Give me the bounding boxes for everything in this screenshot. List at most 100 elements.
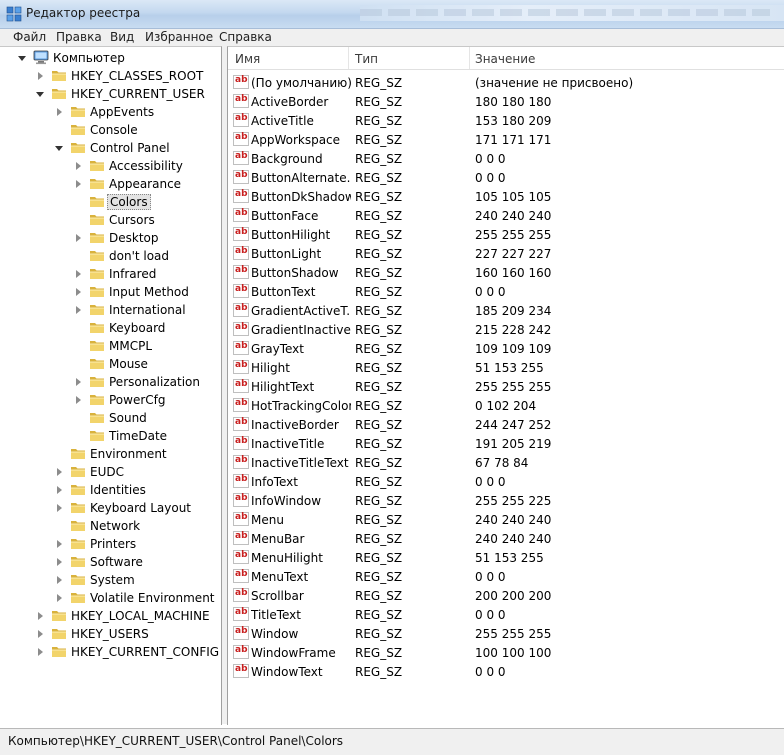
menu-edit[interactable]: Правка <box>56 30 102 44</box>
expand-arrow-icon[interactable] <box>57 558 62 566</box>
column-type-header[interactable]: Тип <box>355 52 378 66</box>
tree-item[interactable]: MMCPL <box>0 337 221 355</box>
value-row[interactable]: ab Window REG_SZ 255 255 255 <box>228 624 784 643</box>
tree-item[interactable]: PowerCfg <box>0 391 221 409</box>
expand-arrow-icon[interactable] <box>57 576 62 584</box>
value-row[interactable]: ab Background REG_SZ 0 0 0 <box>228 149 784 168</box>
column-data-header[interactable]: Значение <box>475 52 535 66</box>
tree-item[interactable]: Control Panel <box>0 139 221 157</box>
expand-arrow-icon[interactable] <box>76 378 81 386</box>
tree-item[interactable]: Volatile Environment <box>0 589 221 607</box>
value-row[interactable]: ab InactiveBorder REG_SZ 244 247 252 <box>228 415 784 434</box>
collapse-arrow-icon[interactable] <box>36 92 44 97</box>
expand-arrow-icon[interactable] <box>38 648 43 656</box>
tree-item[interactable]: Desktop <box>0 229 221 247</box>
tree-item[interactable]: Input Method <box>0 283 221 301</box>
tree-item[interactable]: Infrared <box>0 265 221 283</box>
value-row[interactable]: ab TitleText REG_SZ 0 0 0 <box>228 605 784 624</box>
collapse-arrow-icon[interactable] <box>18 56 26 61</box>
expand-arrow-icon[interactable] <box>57 504 62 512</box>
menu-view[interactable]: Вид <box>110 30 134 44</box>
value-row[interactable]: ab Scrollbar REG_SZ 200 200 200 <box>228 586 784 605</box>
value-row[interactable]: ab HotTrackingColor REG_SZ 0 102 204 <box>228 396 784 415</box>
tree-item[interactable]: EUDC <box>0 463 221 481</box>
tree-item[interactable]: Network <box>0 517 221 535</box>
value-row[interactable]: ab InfoWindow REG_SZ 255 255 225 <box>228 491 784 510</box>
value-row[interactable]: ab ButtonAlternate... REG_SZ 0 0 0 <box>228 168 784 187</box>
column-divider[interactable] <box>348 47 349 69</box>
expand-arrow-icon[interactable] <box>76 270 81 278</box>
value-row[interactable]: ab ActiveBorder REG_SZ 180 180 180 <box>228 92 784 111</box>
value-row[interactable]: abGradientInactive... REG_SZ 215 228 242 <box>228 320 784 339</box>
value-row[interactable]: ab AppWorkspace REG_SZ 171 171 171 <box>228 130 784 149</box>
expand-arrow-icon[interactable] <box>76 162 81 170</box>
expand-arrow-icon[interactable] <box>76 306 81 314</box>
value-row[interactable]: ab MenuBar REG_SZ 240 240 240 <box>228 529 784 548</box>
expand-arrow-icon[interactable] <box>38 612 43 620</box>
value-row[interactable]: ab MenuHilight REG_SZ 51 153 255 <box>228 548 784 567</box>
tree-item[interactable]: Accessibility <box>0 157 221 175</box>
tree-item[interactable]: Компьютер <box>0 49 221 67</box>
value-row[interactable]: ab Menu REG_SZ 240 240 240 <box>228 510 784 529</box>
value-row[interactable]: ab (По умолчанию) REG_SZ (значение не присв… <box>228 73 784 92</box>
tree-item[interactable]: HKEY_CLASSES_ROOT <box>0 67 221 85</box>
value-row[interactable]: ab ButtonDkShadow REG_SZ 105 105 105 <box>228 187 784 206</box>
expand-arrow-icon[interactable] <box>57 540 62 548</box>
tree-item[interactable]: HKEY_CURRENT_CONFIG <box>0 643 221 661</box>
tree-item[interactable]: HKEY_LOCAL_MACHINE <box>0 607 221 625</box>
tree-item[interactable]: Software <box>0 553 221 571</box>
value-row[interactable]: ab InactiveTitle REG_SZ 191 205 219 <box>228 434 784 453</box>
tree-item[interactable]: Sound <box>0 409 221 427</box>
tree-item[interactable]: Printers <box>0 535 221 553</box>
column-divider[interactable] <box>469 47 470 69</box>
column-name-header[interactable]: Имя <box>235 52 260 66</box>
expand-arrow-icon[interactable] <box>38 72 43 80</box>
menu-help[interactable]: Справка <box>219 30 272 44</box>
values-list[interactable]: Имя Тип Значение ab (По умолчанию) REG_SZ(… <box>227 46 784 725</box>
tree-item[interactable]: Identities <box>0 481 221 499</box>
tree-item[interactable]: Console <box>0 121 221 139</box>
tree-item[interactable]: System <box>0 571 221 589</box>
value-row[interactable]: ab HilightText REG_SZ 255 255 255 <box>228 377 784 396</box>
value-row[interactable]: ab GradientActiveT... REG_SZ 185 209 234 <box>228 301 784 320</box>
tree-item[interactable]: don't load <box>0 247 221 265</box>
tree-item[interactable]: HKEY_USERS <box>0 625 221 643</box>
tree-item[interactable]: HKEY_CURRENT_USER <box>0 85 221 103</box>
tree-item[interactable]: Colors <box>0 193 221 211</box>
tree-item[interactable]: Appearance <box>0 175 221 193</box>
value-row[interactable]: ab MenuText REG_SZ 0 0 0 <box>228 567 784 586</box>
value-row[interactable]: ab Hilight REG_SZ 51 153 255 <box>228 358 784 377</box>
title-bar[interactable]: Редактор реестра <box>0 0 784 29</box>
menu-favorites[interactable]: Избранное <box>145 30 213 44</box>
value-row[interactable]: ab ButtonHilight REG_SZ 255 255 255 <box>228 225 784 244</box>
value-row[interactable]: ab ActiveTitle REG_SZ 153 180 209 <box>228 111 784 130</box>
tree-item[interactable]: Keyboard <box>0 319 221 337</box>
expand-arrow-icon[interactable] <box>57 468 62 476</box>
tree-item[interactable]: AppEvents <box>0 103 221 121</box>
expand-arrow-icon[interactable] <box>76 180 81 188</box>
value-row[interactable]: ab ButtonShadow REG_SZ 160 160 160 <box>228 263 784 282</box>
expand-arrow-icon[interactable] <box>57 486 62 494</box>
collapse-arrow-icon[interactable] <box>55 146 63 151</box>
value-row[interactable]: ab ButtonLight REG_SZ 227 227 227 <box>228 244 784 263</box>
expand-arrow-icon[interactable] <box>57 108 62 116</box>
value-row[interactable]: ab GrayText REG_SZ 109 109 109 <box>228 339 784 358</box>
expand-arrow-icon[interactable] <box>76 396 81 404</box>
key-tree[interactable]: Компьютер HKEY_CLASSES_ROOT HKEY_CURRENT_U… <box>0 46 222 725</box>
value-row[interactable]: ab WindowText REG_SZ 0 0 0 <box>228 662 784 681</box>
menu-file[interactable]: Файл <box>13 30 46 44</box>
expand-arrow-icon[interactable] <box>38 630 43 638</box>
value-row[interactable]: ab ButtonText REG_SZ 0 0 0 <box>228 282 784 301</box>
tree-item[interactable]: Cursors <box>0 211 221 229</box>
tree-item[interactable]: Mouse <box>0 355 221 373</box>
expand-arrow-icon[interactable] <box>76 288 81 296</box>
tree-item[interactable]: Keyboard Layout <box>0 499 221 517</box>
value-row[interactable]: ab WindowFrame REG_SZ 100 100 100 <box>228 643 784 662</box>
value-row[interactable]: ab InfoText REG_SZ 0 0 0 <box>228 472 784 491</box>
tree-item[interactable]: International <box>0 301 221 319</box>
value-row[interactable]: ab ButtonFace REG_SZ 240 240 240 <box>228 206 784 225</box>
expand-arrow-icon[interactable] <box>76 234 81 242</box>
tree-item[interactable]: Personalization <box>0 373 221 391</box>
tree-item[interactable]: TimeDate <box>0 427 221 445</box>
tree-item[interactable]: Environment <box>0 445 221 463</box>
